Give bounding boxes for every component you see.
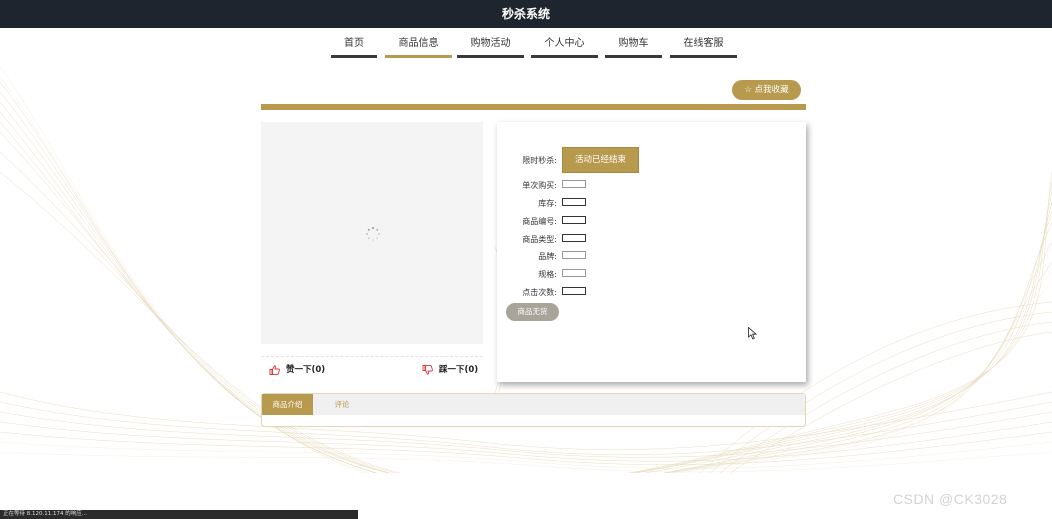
thumbs-down-icon [422, 364, 433, 375]
main-nav: 首页 商品信息 购物活动 个人中心 购物车 在线客服 [0, 30, 1052, 60]
field-label-click-count: 点击次数: [522, 288, 557, 297]
flash-sale-label: 限时秒杀: [522, 156, 557, 165]
nav-item-online-service[interactable]: 在线客服 [670, 36, 737, 58]
out-of-stock-button[interactable]: 商品无货 [506, 303, 559, 321]
field-value-click-count [562, 287, 586, 295]
tab-product-intro[interactable]: 商品介绍 [262, 394, 313, 415]
favorite-button[interactable]: ☆ 点我收藏 [732, 80, 801, 100]
mouse-cursor-icon [748, 327, 757, 340]
tab-strip: 商品介绍 评论 [262, 394, 805, 415]
field-value-brand [562, 251, 586, 259]
activity-ended-button[interactable]: 活动已经结束 [562, 147, 639, 173]
thumbs-up-icon [269, 364, 280, 375]
nav-item-product-info[interactable]: 商品信息 [385, 36, 452, 58]
field-value-product-type [562, 234, 586, 242]
field-label-product-type: 商品类型: [522, 235, 557, 244]
field-value-single-purchase [562, 180, 586, 188]
nav-item-personal-center[interactable]: 个人中心 [531, 36, 598, 58]
field-value-stock [562, 198, 586, 206]
watermark: CSDN @CK3028 [893, 491, 1008, 507]
field-label-spec: 规格: [538, 270, 557, 279]
field-label-product-id: 商品编号: [522, 217, 557, 226]
dislike-button[interactable]: 踩一下(0) [422, 363, 478, 377]
field-label-stock: 库存: [538, 199, 557, 208]
field-value-product-id [562, 216, 586, 224]
vote-row: 赞一下(0) 踩一下(0) [261, 356, 483, 381]
field-value-spec [562, 269, 586, 277]
product-info-card: 限时秒杀: 活动已经结束 单次购买: 库存: 商品编号: 商品类型: 品牌: 规… [497, 122, 806, 382]
like-label: 赞一下(0) [285, 365, 326, 375]
app-title: 秒杀系统 [501, 7, 550, 21]
like-button[interactable]: 赞一下(0) [269, 363, 325, 377]
field-label-brand: 品牌: [538, 252, 557, 261]
nav-item-shopping-activity[interactable]: 购物活动 [457, 36, 524, 58]
section-divider [261, 104, 806, 110]
loading-spinner-icon [366, 227, 380, 241]
field-label-single-purchase: 单次购买: [522, 181, 557, 190]
dislike-label: 踩一下(0) [438, 365, 479, 375]
nav-item-home[interactable]: 首页 [331, 36, 377, 58]
nav-item-cart[interactable]: 购物车 [605, 36, 662, 58]
detail-tabs: 商品介绍 评论 [261, 393, 806, 427]
app-header: 秒杀系统 [0, 0, 1052, 28]
browser-status-bar: 正在等待 8.120.11.174 的响应... [0, 510, 358, 519]
product-image [261, 122, 483, 344]
tab-comments[interactable]: 评论 [322, 394, 362, 415]
